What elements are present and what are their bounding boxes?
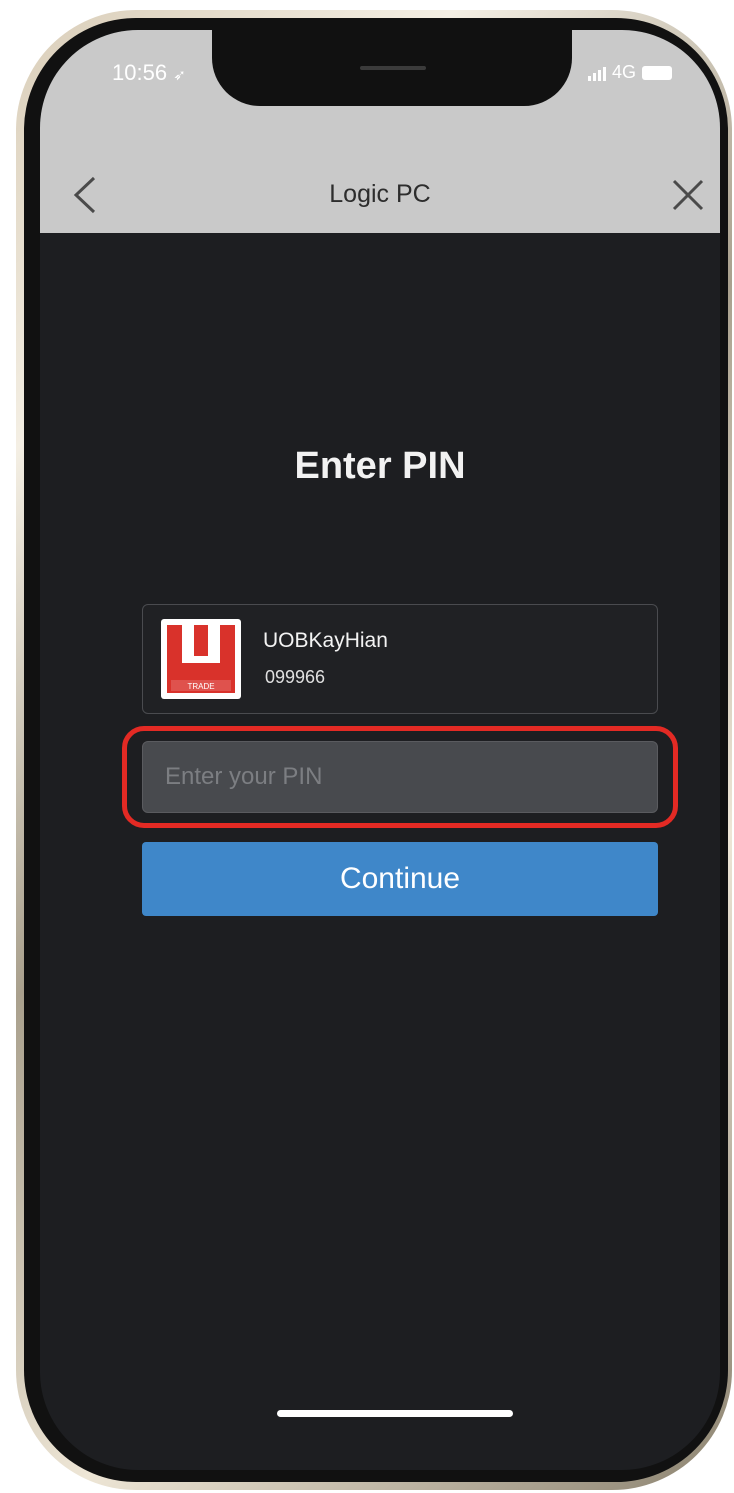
account-card[interactable]: U TRADE UOBKayHian 099966	[142, 604, 658, 714]
broker-name: UOBKayHian	[263, 629, 388, 652]
broker-logo: U TRADE	[161, 619, 241, 699]
network-type: 4G	[611, 62, 636, 82]
location-arrow-icon: ➶	[173, 67, 186, 84]
battery-icon	[642, 65, 672, 80]
pin-input[interactable]	[142, 741, 658, 813]
logo-trade-text: TRADE	[187, 682, 214, 691]
signal-bars-icon	[587, 65, 606, 81]
status-indicators: 4G	[587, 62, 672, 83]
account-id: 099966	[265, 667, 326, 687]
camera-notch	[212, 30, 572, 106]
page-title: Enter PIN	[294, 445, 466, 487]
app-header: 10:56 ➶ 4G Logic PC	[40, 30, 720, 233]
nav-title: Logic PC	[329, 180, 431, 208]
home-indicator[interactable]	[277, 1410, 513, 1417]
clock-text: 10:56	[112, 60, 168, 85]
status-time: 10:56 ➶	[112, 60, 186, 86]
continue-button[interactable]: Continue	[142, 842, 658, 916]
phone-screen: 10:56 ➶ 4G Logic PC Enter PIN U TRADE UO…	[40, 30, 720, 1470]
speaker-grille	[360, 66, 426, 70]
close-icon[interactable]	[668, 175, 708, 215]
